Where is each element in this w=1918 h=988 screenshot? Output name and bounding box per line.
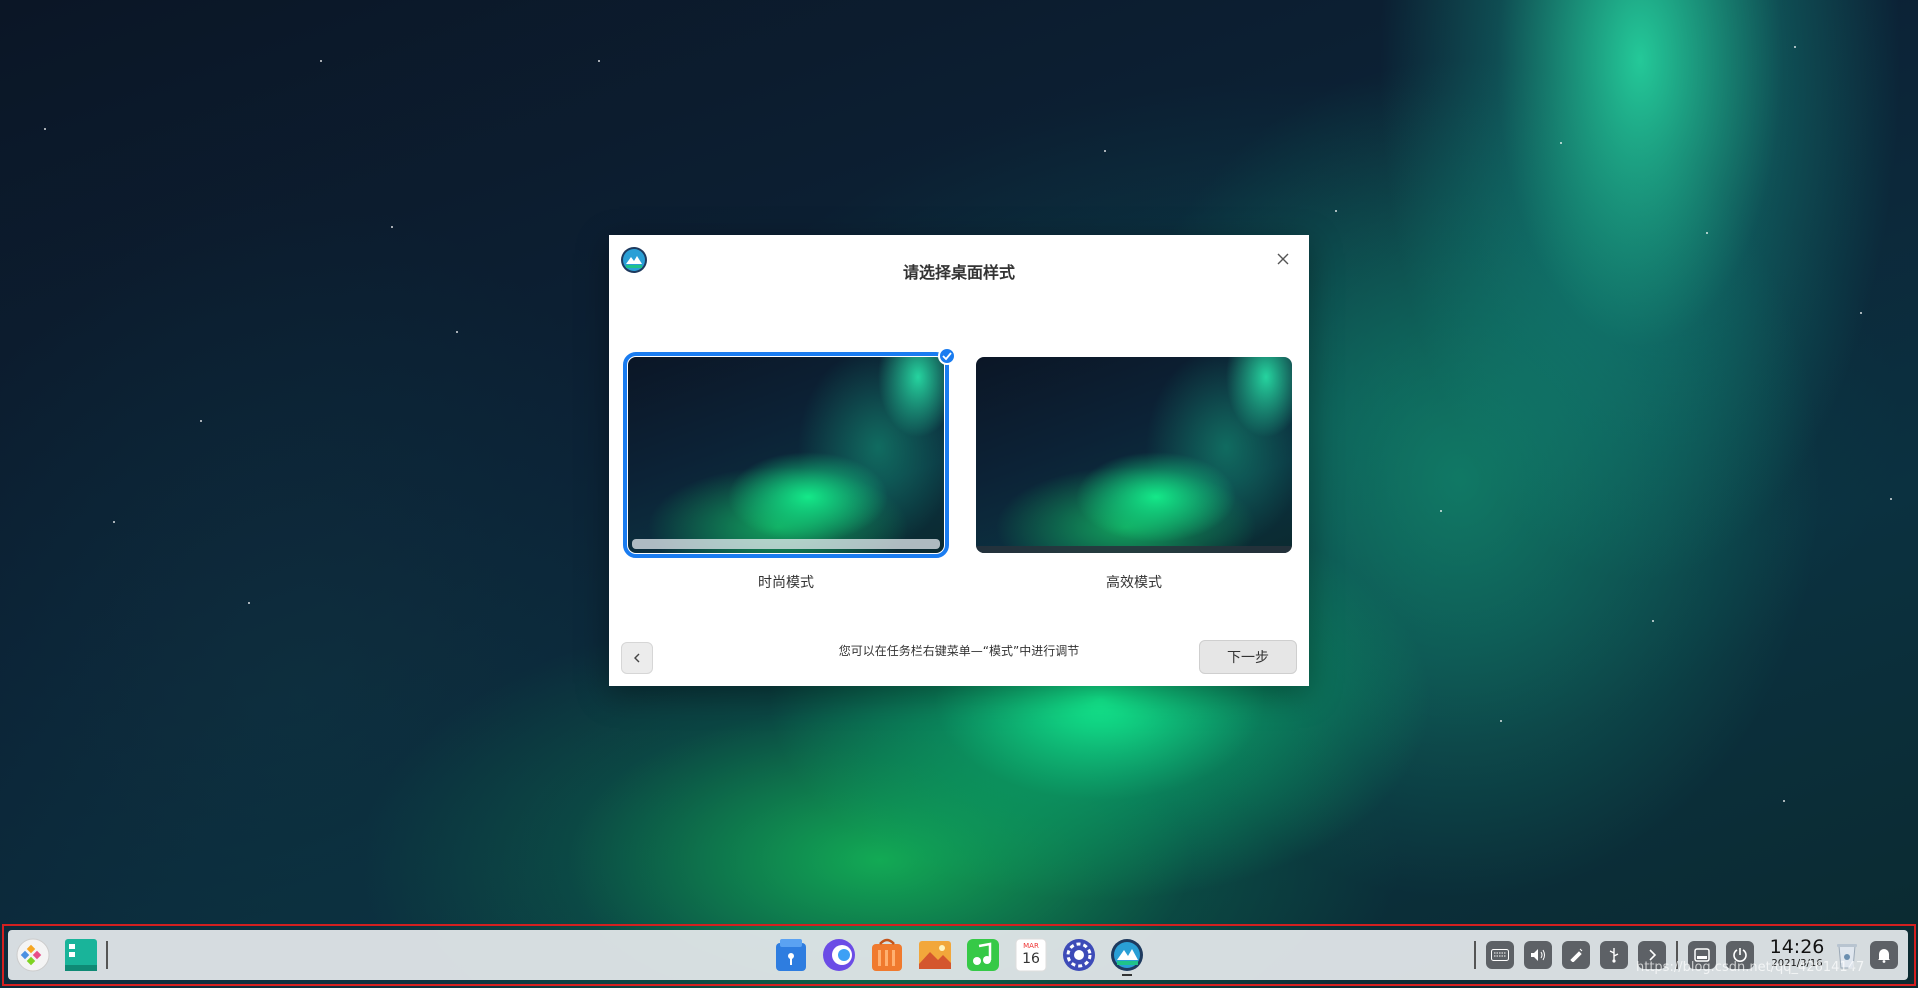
star — [598, 60, 600, 62]
svg-text:MAR: MAR — [1023, 942, 1039, 950]
star — [1104, 150, 1106, 152]
star — [1783, 800, 1785, 802]
star — [1706, 232, 1708, 234]
star — [391, 226, 393, 228]
star — [248, 602, 250, 604]
usb-icon[interactable] — [1600, 941, 1628, 969]
star — [200, 420, 202, 422]
close-icon[interactable] — [1275, 251, 1291, 267]
control-center-icon[interactable] — [1060, 936, 1098, 974]
dialog-title: 请选择桌面样式 — [902, 263, 1015, 282]
file-manager-icon[interactable] — [772, 936, 810, 974]
star — [1335, 210, 1337, 212]
star — [1500, 720, 1502, 722]
star — [456, 331, 458, 333]
taskbar-separator — [106, 941, 108, 969]
star — [1440, 510, 1442, 512]
star — [44, 128, 46, 130]
desktop-style-dialog: 请选择桌面样式 时尚模式 高效模式 您可以在任务栏右键菜单—“模式”中进行调节 … — [609, 235, 1309, 686]
music-icon[interactable] — [964, 936, 1002, 974]
notification-bell-icon[interactable] — [1870, 941, 1898, 969]
efficient-mode-preview[interactable] — [976, 357, 1292, 553]
star — [1794, 46, 1796, 48]
star — [1560, 142, 1562, 144]
star — [320, 60, 322, 62]
star — [1860, 312, 1862, 314]
app-store-icon[interactable] — [868, 936, 906, 974]
launcher-icon[interactable] — [14, 936, 52, 974]
multitask-view-icon[interactable] — [62, 936, 100, 974]
clock-time[interactable]: 14:26 — [1767, 936, 1827, 958]
preview-dock — [632, 539, 940, 549]
volume-icon[interactable] — [1524, 941, 1552, 969]
svg-text:16: 16 — [1022, 951, 1040, 967]
preview-taskbar — [976, 546, 1292, 553]
watermark-text: https://blog.csdn.net/qq_42614147 — [1636, 960, 1865, 975]
next-button[interactable]: 下一步 — [1199, 640, 1297, 674]
selected-check-icon — [938, 347, 956, 365]
active-indicator — [1122, 974, 1132, 976]
calendar-icon[interactable]: MAR 16 — [1012, 936, 1050, 974]
pen-icon[interactable] — [1562, 941, 1590, 969]
fashion-mode-label: 时尚模式 — [758, 575, 814, 591]
star — [1652, 620, 1654, 622]
fashion-mode-preview[interactable] — [623, 352, 949, 558]
keyboard-icon[interactable] — [1486, 941, 1514, 969]
image-viewer-icon[interactable] — [916, 936, 954, 974]
browser-icon[interactable] — [820, 936, 858, 974]
efficient-mode-label: 高效模式 — [1106, 575, 1162, 591]
star — [113, 521, 115, 523]
star — [1890, 498, 1892, 500]
welcome-app-icon[interactable] — [1108, 936, 1146, 976]
taskbar-separator — [1474, 941, 1476, 969]
